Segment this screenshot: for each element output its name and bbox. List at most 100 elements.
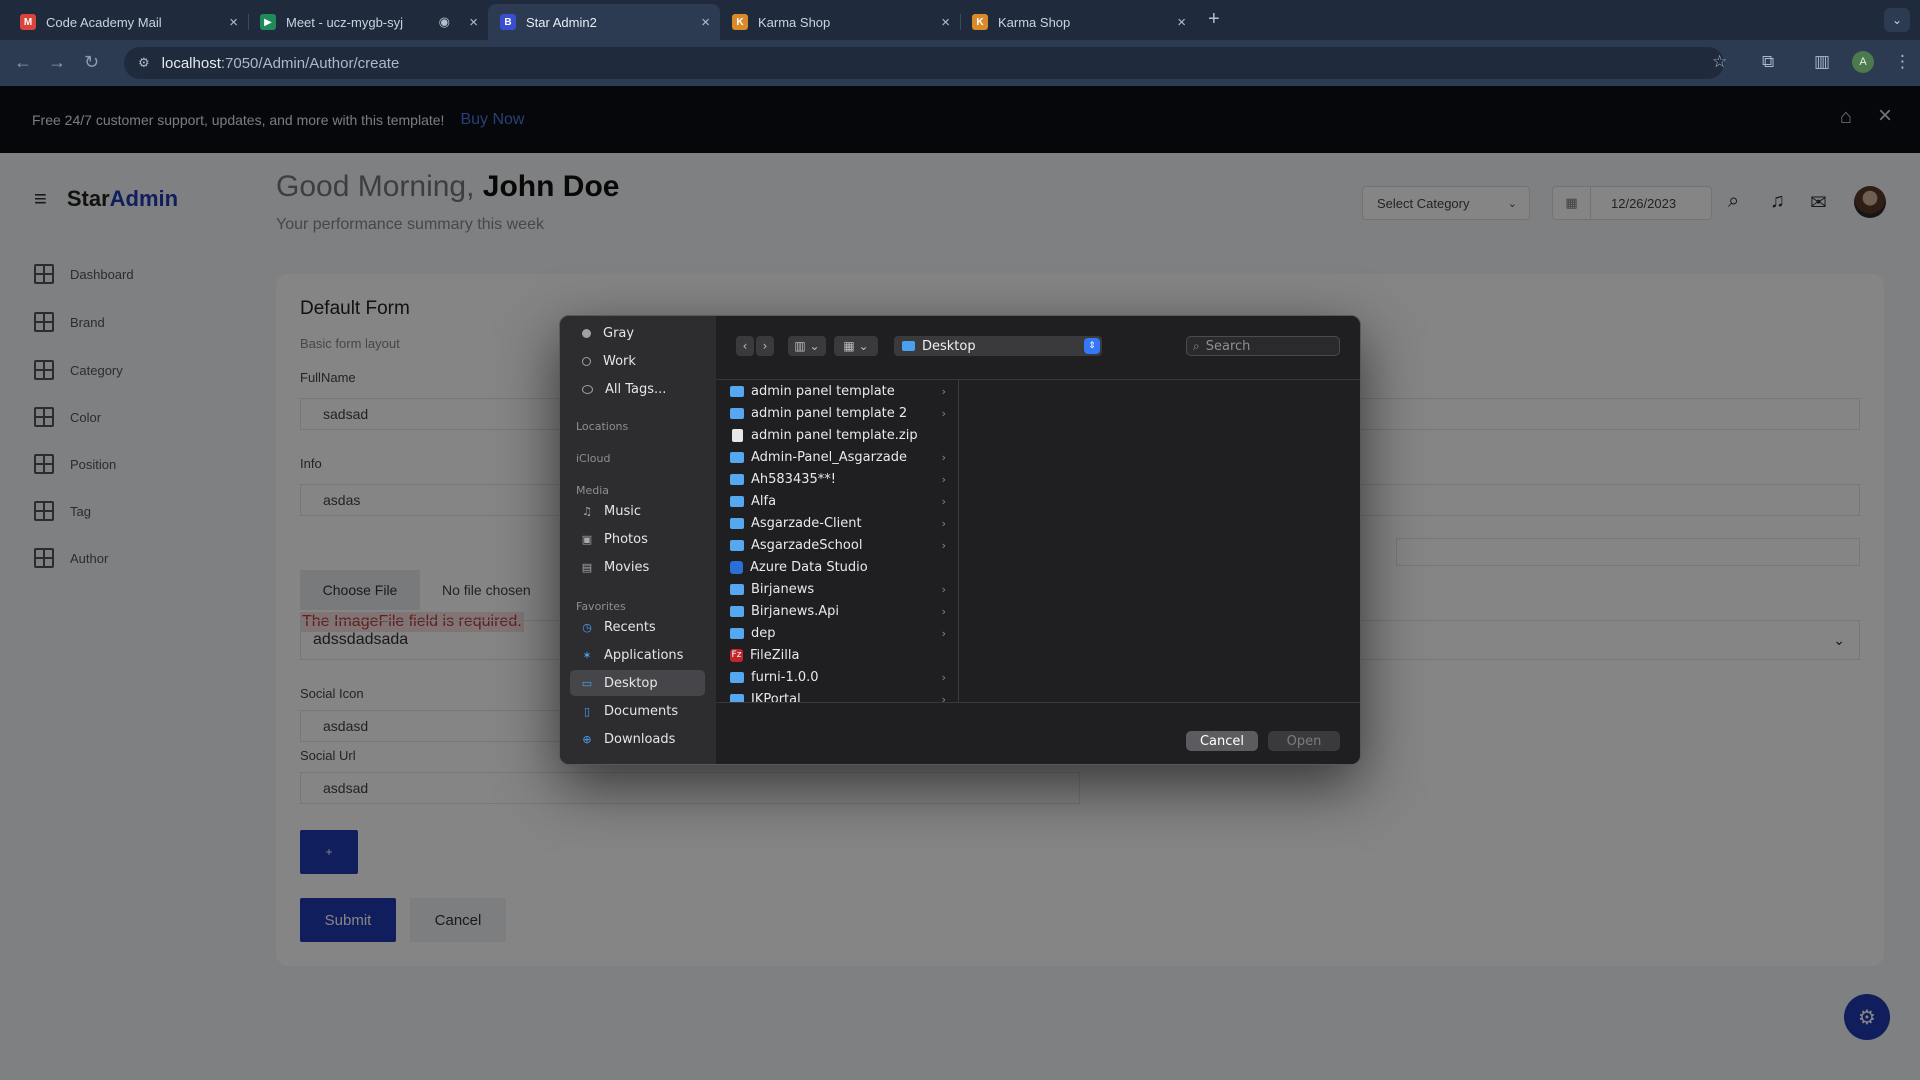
folder-icon <box>730 583 744 595</box>
sidebar-item-desktop[interactable]: ▭ Desktop <box>570 670 705 696</box>
all-tags-icon <box>582 384 593 394</box>
folder-icon <box>730 407 744 419</box>
tag-work[interactable]: Work <box>570 348 705 374</box>
open-button[interactable]: Open <box>1268 731 1340 751</box>
address-bar[interactable]: ⚙ localhost :7050/Admin/Author/create <box>124 47 1724 79</box>
forward-arrow-icon[interactable]: → <box>48 52 66 73</box>
tag-label: Work <box>603 353 636 369</box>
profile-avatar[interactable]: A <box>1852 51 1874 73</box>
music-icon: ♫ <box>582 504 592 518</box>
list-item[interactable]: IKPortal › <box>716 688 958 702</box>
file-column: admin panel template › admin panel templa… <box>716 379 959 702</box>
list-item[interactable]: Asgarzade-Client › <box>716 512 958 534</box>
reload-icon[interactable]: ↻ <box>84 52 99 73</box>
azure-data-studio-icon <box>730 560 743 574</box>
url-path: :7050/Admin/Author/create <box>220 54 400 72</box>
sidebar-item-label: Desktop <box>604 675 658 691</box>
location-label: Desktop <box>922 338 976 354</box>
section-heading-favorites: Favorites <box>576 600 626 613</box>
list-item[interactable]: AsgarzadeSchool › <box>716 534 958 556</box>
list-item[interactable]: Ah583435**! › <box>716 468 958 490</box>
close-icon[interactable]: × <box>1177 14 1186 31</box>
search-input[interactable]: ⌕ Search <box>1186 336 1340 356</box>
chevron-right-icon: › <box>941 472 946 486</box>
back-chevron-icon[interactable]: ‹ <box>736 336 754 356</box>
download-icon: ⊕ <box>582 732 592 746</box>
extensions-icon[interactable]: ⧉ <box>1762 52 1774 72</box>
browser-tab[interactable]: M Code Academy Mail × <box>8 4 249 40</box>
list-item[interactable]: dep › <box>716 622 958 644</box>
sidebar-item-label: Documents <box>604 703 679 719</box>
list-item[interactable]: Azure Data Studio <box>716 556 958 578</box>
column-view-icon[interactable]: ▥ ⌄ <box>788 336 826 356</box>
folder-icon <box>730 451 744 463</box>
zip-file-icon <box>732 428 743 442</box>
dialog-sidebar: Gray Work All Tags... Locations iCloud M… <box>560 316 716 764</box>
sidebar-item-music[interactable]: ♫ Music <box>570 498 705 524</box>
list-item[interactable]: Birjanews.Api › <box>716 600 958 622</box>
file-name: Ah583435**! <box>751 471 836 487</box>
clock-icon: ◷ <box>582 620 592 634</box>
list-item[interactable]: Admin-Panel_Asgarzade › <box>716 446 958 468</box>
chevron-right-icon: › <box>941 494 946 508</box>
browser-tab-active[interactable]: B Star Admin2 × <box>488 4 720 40</box>
sidebar-item-photos[interactable]: ▣ Photos <box>570 526 705 552</box>
location-popup[interactable]: Desktop ⇕ <box>894 336 1102 356</box>
list-item[interactable]: admin panel template.zip <box>716 424 958 446</box>
tab-title: Karma Shop <box>998 14 1071 30</box>
cancel-button[interactable]: Cancel <box>1186 731 1258 751</box>
sidebar-item-downloads[interactable]: ⊕ Downloads <box>570 726 705 752</box>
browser-tab[interactable]: K Karma Shop × <box>960 4 1196 40</box>
chevron-right-icon: › <box>941 670 946 684</box>
back-arrow-icon[interactable]: ← <box>14 52 32 73</box>
folder-icon <box>902 341 915 351</box>
close-icon[interactable]: × <box>469 14 478 31</box>
folder-icon <box>730 517 744 529</box>
site-settings-icon[interactable]: ⚙ <box>138 55 150 71</box>
browser-tab[interactable]: ▶ Meet - ucz-mygb-syj ◉ × <box>248 4 488 40</box>
sidebar-item-label: Applications <box>604 647 684 663</box>
chevron-right-icon: › <box>941 582 946 596</box>
sidebar-item-applications[interactable]: ✶ Applications <box>570 642 705 668</box>
tab-search-chevron-icon[interactable]: ⌄ <box>1884 8 1910 32</box>
karma-icon: K <box>972 14 988 30</box>
browser-menu-icon[interactable]: ⋮ <box>1894 52 1911 72</box>
list-item[interactable]: admin panel template › <box>716 380 958 402</box>
side-panel-icon[interactable]: ▥ <box>1814 52 1830 72</box>
search-icon: ⌕ <box>1193 338 1200 353</box>
close-icon[interactable]: × <box>229 14 238 31</box>
file-name: dep <box>751 625 776 641</box>
list-item[interactable]: Fz FileZilla <box>716 644 958 666</box>
folder-icon <box>730 495 744 507</box>
file-name: Admin-Panel_Asgarzade <box>751 449 907 465</box>
close-icon[interactable]: × <box>941 14 950 31</box>
desktop-icon: ▭ <box>581 676 593 690</box>
folder-icon <box>730 385 744 397</box>
list-item[interactable]: Birjanews › <box>716 578 958 600</box>
gmail-icon: M <box>20 14 36 30</box>
browser-tab[interactable]: K Karma Shop × <box>720 4 961 40</box>
sidebar-item-documents[interactable]: ▯ Documents <box>570 698 705 724</box>
applications-icon: ✶ <box>582 648 592 662</box>
browser-tab-bar: M Code Academy Mail × ▶ Meet - ucz-mygb-… <box>0 0 1920 40</box>
file-name: Birjanews <box>751 581 815 597</box>
filezilla-icon: Fz <box>730 648 743 662</box>
file-name: admin panel template <box>751 383 895 399</box>
dialog-browser: ‹ › ▥ ⌄ ▦ ⌄ Desktop ⇕ ⌕ Search admin pan… <box>716 316 1360 764</box>
forward-chevron-icon[interactable]: › <box>756 336 774 356</box>
close-icon[interactable]: × <box>701 14 710 31</box>
sidebar-item-movies[interactable]: ▤ Movies <box>570 554 705 580</box>
bookmark-star-icon[interactable]: ☆ <box>1712 52 1727 72</box>
file-name: Alfa <box>751 493 777 509</box>
karma-icon: K <box>732 14 748 30</box>
tag-label: All Tags... <box>605 381 667 397</box>
grid-view-icon[interactable]: ▦ ⌄ <box>834 336 878 356</box>
folder-icon <box>730 627 744 639</box>
list-item[interactable]: Alfa › <box>716 490 958 512</box>
sidebar-item-recents[interactable]: ◷ Recents <box>570 614 705 640</box>
list-item[interactable]: furni-1.0.0 › <box>716 666 958 688</box>
new-tab-button[interactable]: + <box>1208 8 1220 31</box>
tag-gray[interactable]: Gray <box>570 320 705 346</box>
list-item[interactable]: admin panel template 2 › <box>716 402 958 424</box>
tag-all-tags[interactable]: All Tags... <box>570 376 705 402</box>
